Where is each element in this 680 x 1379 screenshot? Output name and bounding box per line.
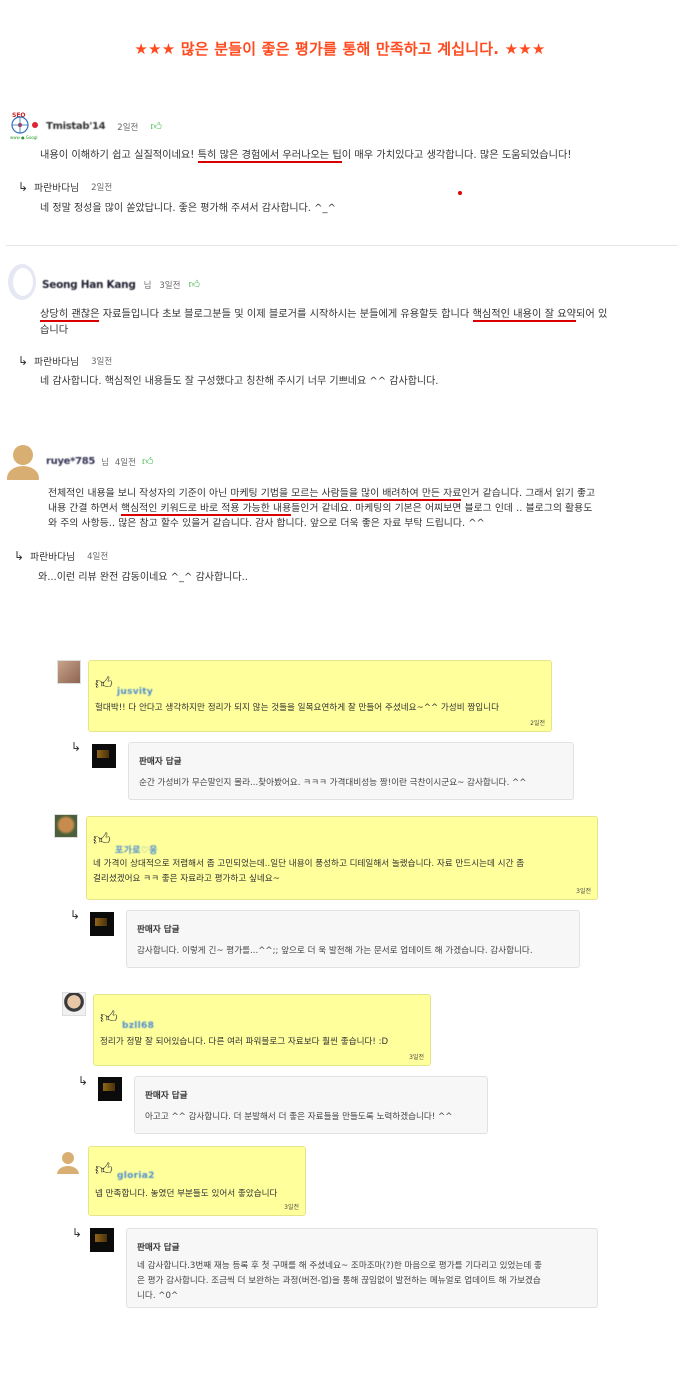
reply-date: 2일전 [91,183,113,193]
default-user-avatar [6,442,40,480]
review-header: ruye*785 님 4일전 👍︎ [46,455,153,468]
highlight-underline: 핵심적인 내용이 잘 요약 [472,309,576,322]
review-text: 네 가격이 상대적으로 저렴해서 좀 고민되었는데..일단 내용이 풍성하고 디… [93,859,525,869]
buyer-name: 포가로♡웅 [115,846,158,856]
buyer-thumbnail [62,992,86,1016]
red-dot [458,191,462,195]
reply-author: 파란바다님 [34,357,80,368]
reply-arrow-icon: ↳ [18,180,29,194]
reviewer-name[interactable]: Tmistab'14 [46,121,106,132]
reply-text: 아고고 ^^ 감사합니다. 더 분발해서 더 좋은 자료들을 만들도록 노력하겠… [145,1112,453,1122]
thumbs-up-icon: 👍︎ [141,455,154,468]
buyer-name: jusvity [117,687,154,697]
review-text: 상당히 괜찮은 자료들입니다 초보 블로그분들 및 이제 블로거를 시작하시는 … [40,309,608,336]
reply-author: 파란바다님 [34,183,80,194]
review-text: 전체적인 내용을 보니 작성자의 기준이 아닌 마케팅 기법을 모르는 사람들을… [48,488,596,529]
seller-reply: 판매자 답글 순간 가성비가 무슨말인지 몰라...찾아봤어요. ㅋㅋㅋ 가격대… [128,742,574,800]
reply-arrow-icon: ↳ [78,1074,89,1088]
buyer-thumbnail [57,660,81,684]
review-card: 👍︎ jusvity 헐대박!! 다 안다고 생각하지만 정리가 되지 않는 것… [88,660,552,732]
reply-text: 니다. ^0^ [137,1291,179,1301]
reply-text: 네 정말 정성을 많이 쏟았답니다. 좋은 평가해 주셔서 감사합니다. ^_^ [40,203,336,214]
reply-header: ↳ 파란바다님 4일전 [14,549,108,563]
review-date: 3일전 [409,1054,424,1061]
reply-header: ↳ 파란바다님 2일전 [18,180,112,194]
reply-date: 4일전 [87,552,109,562]
seller-avatar [98,1077,122,1101]
reply-arrow-icon: ↳ [71,740,82,754]
thumbs-up-icon: 👍︎ [150,120,162,133]
review-date: 3일전 [284,1204,299,1211]
like-icon: 👍︎ [93,830,111,850]
review-text: 정리가 정말 잘 되어있습니다. 다른 여러 파워블로그 자료보다 훨씬 좋습니… [100,1037,389,1047]
review-card: 👍︎ bzll68 정리가 정말 잘 되어있습니다. 다른 여러 파워블로그 자… [93,994,431,1066]
review-text: 걸리셨겠어요 ㅋㅋ 좋은 자료라고 평가하고 싶네요~ [93,874,280,884]
review-date: 2일전 [530,720,545,727]
reply-text: 은 평가 감사합니다. 조금씩 더 보완하는 과정(버전-업)을 통해 끊임없이… [137,1276,541,1286]
review-card: 👍︎ 포가로♡웅 네 가격이 상대적으로 저렴해서 좀 고민되었는데..일단 내… [86,816,598,900]
thumbs-up-icon: 👍︎ [188,278,200,291]
review-header: Tmistab'14 2일전 👍︎ [46,120,162,133]
reply-header: ↳ 파란바다님 3일전 [18,354,112,368]
highlight-underline: 상당히 괜찮은 [40,309,100,322]
seller-avatar [92,744,116,768]
reply-arrow-icon: ↳ [14,549,25,563]
nim-suffix: 님 [143,280,152,291]
reply-arrow-icon: ↳ [18,354,29,368]
reply-title: 판매자 답글 [145,1091,188,1101]
reply-text: 순간 가성비가 무슨말인지 몰라...찾아봤어요. ㅋㅋㅋ 가격대비성능 짱!이… [139,778,527,788]
reply-title: 판매자 답글 [139,757,182,767]
review-header: Seong Han Kang 님 3일전 👍︎ [42,278,200,291]
nim-suffix: 님 [101,457,109,468]
review-date: 4일전 [114,457,136,468]
buyer-thumbnail [54,814,78,838]
seller-avatar [90,912,114,936]
reviewer-name[interactable]: ruye*785 [46,456,95,467]
review-text: 넵 만족합니다. 놓였던 부분들도 있어서 좋았습니다 [95,1189,278,1199]
like-icon: 👍︎ [95,1160,113,1180]
review-card: 👍︎ gloria2 넵 만족합니다. 놓였던 부분들도 있어서 좋았습니다 3… [88,1146,306,1216]
buyer-name: bzll68 [122,1021,155,1031]
svg-text:www ● Googl: www ● Googl [10,135,38,140]
highlight-underline: 특히 많은 경험에서 우러나오는 팁 [197,150,342,163]
reply-title: 판매자 답글 [137,1243,180,1253]
reviewer-name[interactable]: Seong Han Kang [42,279,136,291]
review-date: 3일전 [576,888,591,895]
divider [6,245,678,246]
reply-date: 3일전 [91,357,113,367]
review-date: 3일전 [159,280,181,291]
like-icon: 👍︎ [100,1008,118,1028]
reply-title: 판매자 답글 [137,925,180,935]
buyer-thumbnail [56,1150,80,1182]
reply-author: 파란바다님 [30,552,76,563]
avatar-placeholder [6,260,38,300]
review-text: 헐대박!! 다 안다고 생각하지만 정리가 되지 않는 것들을 일목요연하게 잘… [95,703,499,713]
highlight-underline: 마케팅 기법을 모르는 사람들을 많이 배려하여 만든 자료 [230,488,462,501]
reply-text: 네 감사합니다. 핵심적인 내용들도 잘 구성했다고 칭찬해 주시기 너무 기쁘… [40,376,439,387]
seller-reply: 판매자 답글 아고고 ^^ 감사합니다. 더 분발해서 더 좋은 자료들을 만들… [134,1076,488,1134]
like-icon: 👍︎ [95,674,113,694]
review-text: 내용이 이해하기 쉽고 실질적이네요! 특히 많은 경험에서 우러나오는 팁이 … [40,150,572,163]
seo-logo-avatar: SEO www ● Googl [6,108,42,140]
seller-reply: 판매자 답글 네 감사합니다.3번째 재능 등록 후 첫 구매를 해 주셨네요~… [126,1228,598,1308]
highlight-underline: 핵심적인 키워드로 바로 적용 가능한 내용 [121,503,292,516]
reply-text: 와...이런 리뷰 완전 감동이네요 ^_^ 감사합니다.. [38,572,248,583]
reply-text: 감사합니다. 이렇게 긴~ 평가를...^^;; 앞으로 더 욱 발전해 가는 … [137,946,533,956]
buyer-name: gloria2 [117,1171,155,1181]
review-date: 2일전 [117,122,139,133]
reply-arrow-icon: ↳ [70,908,81,922]
reply-text: 네 감사합니다.3번째 재능 등록 후 첫 구매를 해 주셨네요~ 조마조마(?… [137,1261,542,1271]
seller-avatar [90,1228,114,1252]
seller-reply: 판매자 답글 감사합니다. 이렇게 긴~ 평가를...^^;; 앞으로 더 욱 … [126,910,580,968]
reply-arrow-icon: ↳ [72,1226,83,1240]
promo-banner: ★★★ 많은 분들이 좋은 평가를 통해 만족하고 계십니다. ★★★ [134,40,546,58]
